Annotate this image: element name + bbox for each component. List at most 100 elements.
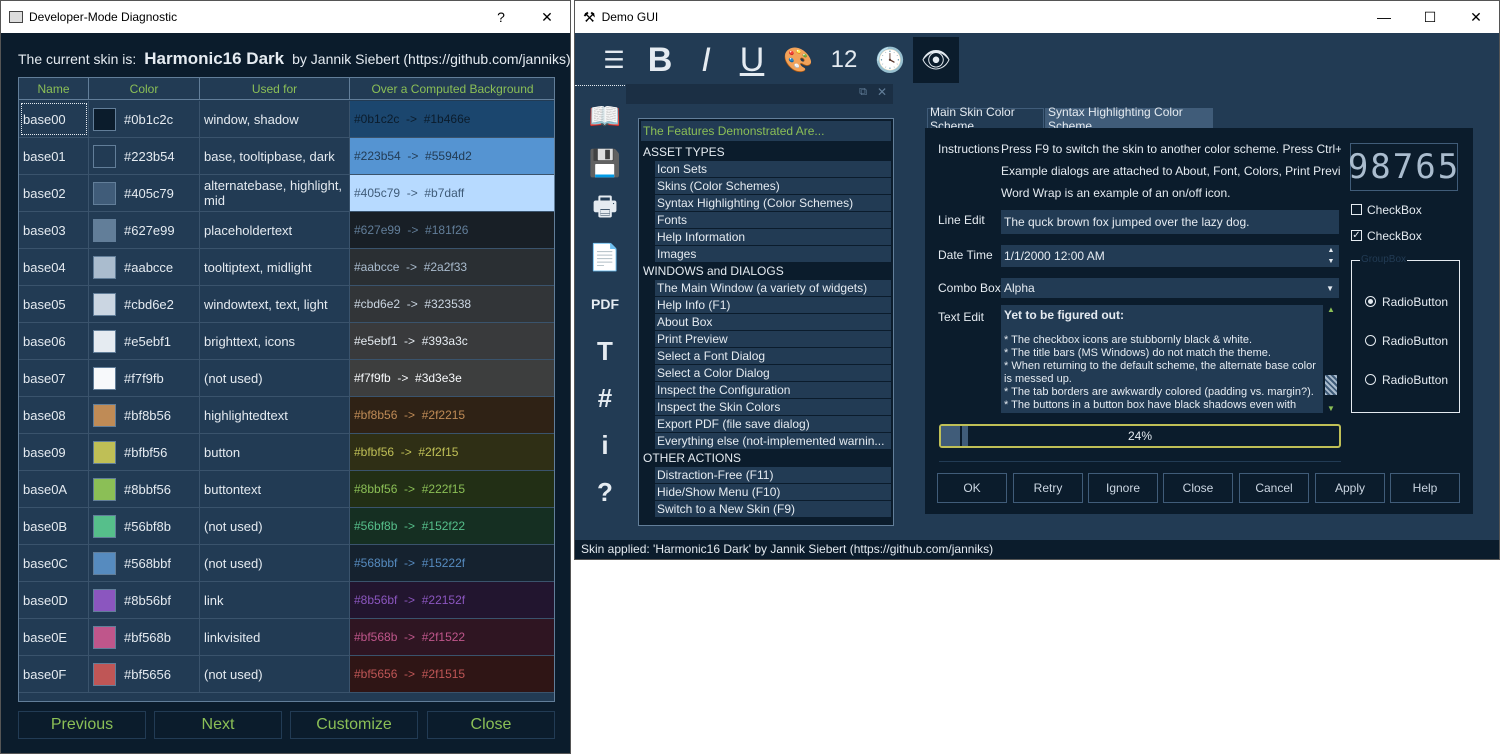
underline-icon[interactable]: U (729, 37, 775, 83)
palette-icon[interactable]: 🎨 (775, 37, 821, 83)
cancel-button[interactable]: Cancel (1239, 473, 1309, 503)
date-spinner[interactable]: ▲ ▼ (1323, 245, 1339, 267)
feature-item[interactable]: The Main Window (a variety of widgets) (655, 280, 891, 296)
preview-icon[interactable]: 📄 (581, 235, 629, 279)
feature-item[interactable]: Switch to a New Skin (F9) (655, 501, 891, 517)
date-time-input[interactable]: 1/1/2000 12:00 AM (1001, 245, 1323, 267)
cell-used-for: alternatebase, highlight, mid (200, 175, 350, 211)
line-edit-label: Line Edit (938, 213, 985, 227)
pdf-icon[interactable]: PDF (581, 282, 629, 326)
cell-used-for: brighttext, icons (200, 323, 350, 359)
next-button[interactable]: Next (154, 711, 282, 739)
eye-icon[interactable]: 👁 (913, 37, 959, 83)
radio-button-2[interactable] (1365, 335, 1376, 346)
feature-item[interactable]: Skins (Color Schemes) (655, 178, 891, 194)
cell-name: base0F (19, 656, 89, 692)
retry-button[interactable]: Retry (1013, 473, 1083, 503)
bold-icon[interactable]: B (637, 37, 683, 83)
scroll-thumb[interactable] (1325, 375, 1337, 395)
combo-box-label: Combo Box (938, 281, 1001, 295)
save-icon[interactable]: 💾 (581, 141, 629, 185)
feature-item[interactable]: Help Information (655, 229, 891, 245)
color-hex: #8bbf56 (124, 481, 171, 497)
cell-color: #223b54 (89, 138, 200, 174)
color-swatch (93, 662, 116, 686)
skin-credit: by Jannik Siebert (https://github.com/ja… (292, 51, 571, 67)
scrollbar[interactable]: ▲ ▼ (1323, 305, 1339, 413)
scroll-down-icon[interactable]: ▼ (1323, 404, 1339, 413)
color-hex: #cbd6e2 (124, 296, 174, 312)
radio-button-3[interactable] (1365, 374, 1376, 385)
feature-item[interactable]: Select a Color Dialog (655, 365, 891, 381)
ignore-button[interactable]: Ignore (1088, 473, 1158, 503)
feature-item[interactable]: Help Info (F1) (655, 297, 891, 313)
radio-button-1[interactable] (1365, 296, 1376, 307)
feature-category[interactable]: WINDOWS and DIALOGS (641, 263, 891, 279)
tab-syntax-highlighting[interactable]: Syntax Highlighting Color Scheme (1045, 105, 1213, 133)
text-edit[interactable]: Yet to be figured out: * The checkbox ic… (1001, 305, 1339, 413)
cell-computed-bg: #bfbf56 -> #2f2f15 (350, 434, 554, 470)
feature-item[interactable]: Images (655, 246, 891, 262)
cell-computed-bg: #8b56bf -> #22152f (350, 582, 554, 618)
text-edit-title: Yet to be figured out: (1004, 308, 1124, 322)
hash-icon[interactable]: # (581, 376, 629, 420)
help-icon[interactable]: ? (581, 470, 629, 514)
color-hex: #bfbf56 (124, 444, 168, 460)
feature-category[interactable]: ASSET TYPES (641, 144, 891, 160)
previous-button[interactable]: Previous (18, 711, 146, 739)
book-icon[interactable]: 📖 (581, 94, 629, 138)
clock-icon[interactable]: 🕓 (867, 37, 913, 83)
feature-item[interactable]: Syntax Highlighting (Color Schemes) (655, 195, 891, 211)
feature-item[interactable]: Print Preview (655, 331, 891, 347)
dock-titlebar: ⧉ ✕ (626, 84, 893, 104)
italic-icon[interactable]: I (683, 37, 729, 83)
apply-button[interactable]: Apply (1315, 473, 1385, 503)
dock-close-icon[interactable]: ✕ (877, 85, 887, 99)
checkbox-1[interactable] (1351, 204, 1362, 215)
line-edit-input[interactable]: The quck brown fox jumped over the lazy … (1001, 210, 1339, 234)
combo-value: Alpha (1004, 281, 1035, 295)
cell-used-for: (not used) (200, 545, 350, 581)
feature-item[interactable]: Select a Font Dialog (655, 348, 891, 364)
feature-category[interactable]: OTHER ACTIONS (641, 450, 891, 466)
combo-box[interactable]: Alpha ▼ (1001, 278, 1339, 298)
help-button[interactable]: Help (1390, 473, 1460, 503)
close-button[interactable]: ✕ (524, 1, 570, 33)
feature-item[interactable]: Distraction-Free (F11) (655, 467, 891, 483)
menu-icon[interactable]: ☰ (591, 37, 637, 83)
print-icon[interactable]: 🖶 (581, 188, 629, 232)
cell-computed-bg: #e5ebf1 -> #393a3c (350, 323, 554, 359)
feature-item[interactable]: Export PDF (file save dialog) (655, 416, 891, 432)
color-hex: #405c79 (124, 185, 174, 201)
color-row: base01 #223b54 base, tooltipbase, dark #223… (19, 138, 554, 175)
help-button[interactable]: ? (478, 1, 524, 33)
feature-item[interactable]: Fonts (655, 212, 891, 228)
color-hex: #f7f9fb (124, 370, 164, 386)
radio-button-1-label: RadioButton (1382, 295, 1449, 309)
maximize-button[interactable]: ☐ (1407, 1, 1453, 33)
feature-item[interactable]: Inspect the Configuration (655, 382, 891, 398)
cell-name: base07 (19, 360, 89, 396)
feature-item[interactable]: Inspect the Skin Colors (655, 399, 891, 415)
tab-main-skin[interactable]: Main Skin Color Scheme (927, 105, 1044, 133)
info-icon[interactable]: i (581, 423, 629, 467)
feature-item[interactable]: Icon Sets (655, 161, 891, 177)
ok-button[interactable]: OK (937, 473, 1007, 503)
text-icon[interactable]: T (581, 329, 629, 373)
feature-item[interactable]: About Box (655, 314, 891, 330)
feature-item[interactable]: Everything else (not-implemented warnin.… (655, 433, 891, 449)
calendar-icon[interactable]: 12 (821, 37, 867, 83)
close-button[interactable]: Close (1163, 473, 1233, 503)
close-button[interactable]: ✕ (1453, 1, 1499, 33)
color-hex: #627e99 (124, 222, 175, 238)
window-title: Demo GUI (601, 10, 659, 24)
feature-item[interactable]: Hide/Show Menu (F10) (655, 484, 891, 500)
close-dialog-button[interactable]: Close (427, 711, 555, 739)
checkbox-2[interactable]: ✓ (1351, 230, 1362, 241)
cell-used-for: buttontext (200, 471, 350, 507)
customize-button[interactable]: Customize (290, 711, 418, 739)
float-icon[interactable]: ⧉ (859, 86, 867, 99)
scroll-up-icon[interactable]: ▲ (1323, 305, 1339, 314)
cell-used-for: link (200, 582, 350, 618)
minimize-button[interactable]: — (1361, 1, 1407, 33)
